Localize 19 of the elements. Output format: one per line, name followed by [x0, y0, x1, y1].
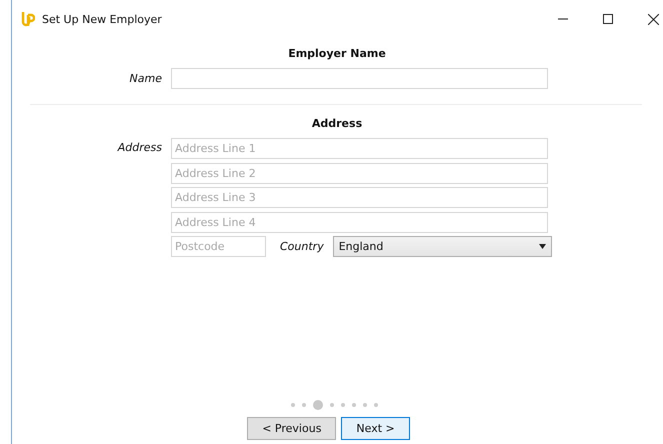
- section-heading: Employer Name: [287, 47, 387, 60]
- dropdown-arrow-icon: [538, 244, 546, 249]
- section-heading: Address: [310, 117, 364, 130]
- country-dropdown[interactable]: England: [332, 236, 552, 257]
- name-field[interactable]: [171, 68, 548, 89]
- field-label: Address: [116, 140, 163, 154]
- field-label: Country: [279, 240, 325, 253]
- close-icon[interactable]: [648, 14, 659, 24]
- postcode-field[interactable]: Postcode: [171, 236, 266, 257]
- app-logo-icon: [21, 11, 35, 27]
- next-button[interactable]: Next >: [341, 417, 410, 440]
- address-field[interactable]: Address Line 4: [171, 212, 548, 232]
- address-field[interactable]: Address Line 3: [171, 187, 548, 208]
- address-field[interactable]: Address Line 1: [171, 138, 548, 159]
- maximize-icon[interactable]: [603, 14, 613, 24]
- field-label: Name: [128, 72, 163, 85]
- address-field[interactable]: Address Line 2: [171, 162, 548, 184]
- previous-button[interactable]: < Previous: [247, 417, 336, 440]
- window-title: Set Up New Employer: [42, 12, 162, 26]
